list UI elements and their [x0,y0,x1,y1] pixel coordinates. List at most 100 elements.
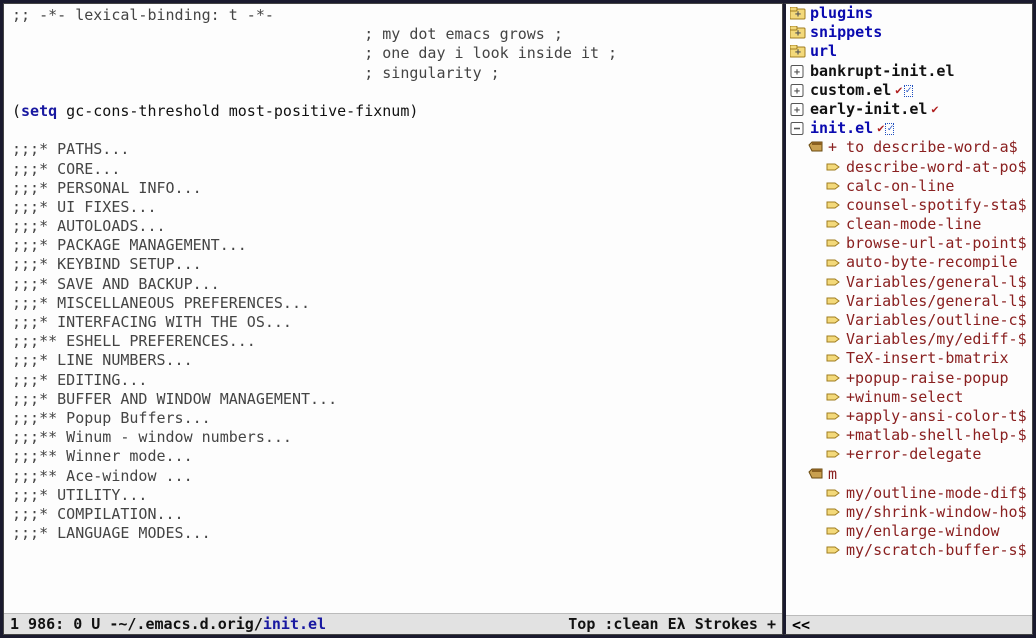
bucket-icon[interactable] [808,141,824,154]
tree-item-label: my/outline-mode-dif$ [846,484,1027,503]
modeline-left: 1 986: 0 U -~/.emacs.d.orig/init.el [10,615,326,633]
tag-icon[interactable] [826,314,842,327]
tag-icon[interactable] [826,487,842,500]
tree-tag-item[interactable]: my/outline-mode-dif$ [786,484,1032,503]
tree-tag-item[interactable]: +winum-select [786,388,1032,407]
tag-icon[interactable] [826,333,842,346]
tree-item-label: browse-url-at-point$ [846,234,1027,253]
tree-item-label: +matlab-shell-help-$ [846,426,1027,445]
tag-icon[interactable] [826,237,842,250]
svg-text:+: + [794,86,800,97]
speedbar-list[interactable]: +plugins+snippets+url+bankrupt-init.el+c… [786,4,1032,615]
tag-icon[interactable] [826,218,842,231]
mode-line[interactable]: 1 986: 0 U -~/.emacs.d.orig/init.el Top … [4,613,782,634]
modeline-right: Top :clean Eλ Strokes + [568,615,776,633]
tree-group-header[interactable]: m [786,465,1032,484]
tag-icon[interactable] [826,410,842,423]
tree-tag-item[interactable]: +apply-ansi-color-t$ [786,407,1032,426]
tree-tag-item[interactable]: browse-url-at-point$ [786,234,1032,253]
tag-icon[interactable] [826,352,842,365]
tree-tag-item[interactable]: +matlab-shell-help-$ [786,426,1032,445]
tree-tag-item[interactable]: counsel-spotify-sta$ [786,196,1032,215]
tree-tag-item[interactable]: my/scratch-buffer-s$ [786,541,1032,560]
tag-icon[interactable] [826,257,842,270]
tree-item-label: +popup-raise-popup [846,369,1009,388]
file-icon[interactable] [790,122,806,135]
tree-tag-item[interactable]: +popup-raise-popup [786,369,1032,388]
tag-icon[interactable] [826,391,842,404]
tree-item-label: +winum-select [846,388,963,407]
tag-icon[interactable] [826,199,842,212]
file-icon[interactable]: + [790,65,806,78]
vc-status-icon: ✔✓ [877,121,894,136]
file-icon[interactable]: + [790,84,806,97]
file-icon[interactable]: + [790,103,806,116]
modeline-spacer [326,615,568,633]
tag-icon[interactable] [826,506,842,519]
svg-text:+: + [795,47,801,58]
svg-text:+: + [795,9,801,20]
tree-tag-item[interactable]: Variables/general-l$ [786,273,1032,292]
tag-icon[interactable] [826,448,842,461]
tree-item-label: my/enlarge-window [846,522,1000,541]
tag-icon[interactable] [826,429,842,442]
vc-status-icon: ✔✓ [895,83,912,98]
modeline-filename: init.el [263,615,326,633]
tree-tag-item[interactable]: my/enlarge-window [786,522,1032,541]
tag-icon[interactable] [826,544,842,557]
folder-icon[interactable]: + [790,45,806,58]
tree-item-label: bankrupt-init.el [810,62,955,81]
speedbar-window[interactable]: +plugins+snippets+url+bankrupt-init.el+c… [783,3,1033,635]
tree-tag-item[interactable]: my/shrink-window-ho$ [786,503,1032,522]
tree-tag-item[interactable]: auto-byte-recompile [786,253,1032,272]
tree-item-label: custom.el [810,81,891,100]
tree-item-label: Variables/my/ediff-$ [846,330,1027,349]
tree-tag-item[interactable]: Variables/my/ediff-$ [786,330,1032,349]
tree-item[interactable]: + early-init.el ✔ [786,100,1032,119]
tree-item-label: Variables/general-l$ [846,273,1027,292]
tree-group-header[interactable]: + to describe-word-a$ [786,138,1032,157]
tree-item-label: Variables/outline-c$ [846,311,1027,330]
bucket-icon[interactable] [808,468,824,481]
tree-item-label: early-init.el [810,100,927,119]
tag-icon[interactable] [826,276,842,289]
tag-icon[interactable] [826,180,842,193]
tree-tag-item[interactable]: Variables/outline-c$ [786,311,1032,330]
tree-tag-item[interactable]: calc-on-line [786,177,1032,196]
tree-item-label: url [810,42,837,61]
tree-item-label: +error-delegate [846,445,981,464]
tree-tag-item[interactable]: Variables/general-l$ [786,292,1032,311]
tree-tag-item[interactable]: TeX-insert-bmatrix [786,349,1032,368]
tree-tag-item[interactable]: +error-delegate [786,445,1032,464]
tag-icon[interactable] [826,525,842,538]
tree-tag-item[interactable]: clean-mode-line [786,215,1032,234]
editor-window[interactable]: ;; -*- lexical-binding: t -*- ; my dot e… [3,3,783,635]
tree-item[interactable]: + custom.el ✔✓ [786,81,1032,100]
tree-item-label: my/scratch-buffer-s$ [846,541,1027,560]
tree-item[interactable]: init.el ✔✓ [786,119,1032,138]
folder-icon[interactable]: + [790,7,806,20]
tag-icon[interactable] [826,372,842,385]
editor-buffer[interactable]: ;; -*- lexical-binding: t -*- ; my dot e… [4,4,782,613]
tree-item-label: m [828,465,837,484]
svg-text:+: + [795,28,801,39]
tag-icon[interactable] [826,161,842,174]
vc-status-icon: ✔ [931,102,937,117]
tree-item-label: counsel-spotify-sta$ [846,196,1027,215]
folder-icon[interactable]: + [790,26,806,39]
tree-item-label: describe-word-at-po$ [846,158,1027,177]
tree-item[interactable]: +snippets [786,23,1032,42]
tree-item-label: init.el [810,119,873,138]
tree-item[interactable]: + bankrupt-init.el [786,62,1032,81]
speedbar-modeline: << [786,615,1032,634]
tree-item[interactable]: + url [786,42,1032,61]
tree-item-label: plugins [810,4,873,23]
tag-icon[interactable] [826,295,842,308]
tree-item-label: Variables/general-l$ [846,292,1027,311]
tree-item[interactable]: + plugins [786,4,1032,23]
emacs-frame: ;; -*- lexical-binding: t -*- ; my dot e… [0,0,1036,638]
svg-text:+: + [794,67,800,78]
tree-tag-item[interactable]: describe-word-at-po$ [786,158,1032,177]
tree-item-label: auto-byte-recompile [846,253,1018,272]
tree-item-label: +apply-ansi-color-t$ [846,407,1027,426]
